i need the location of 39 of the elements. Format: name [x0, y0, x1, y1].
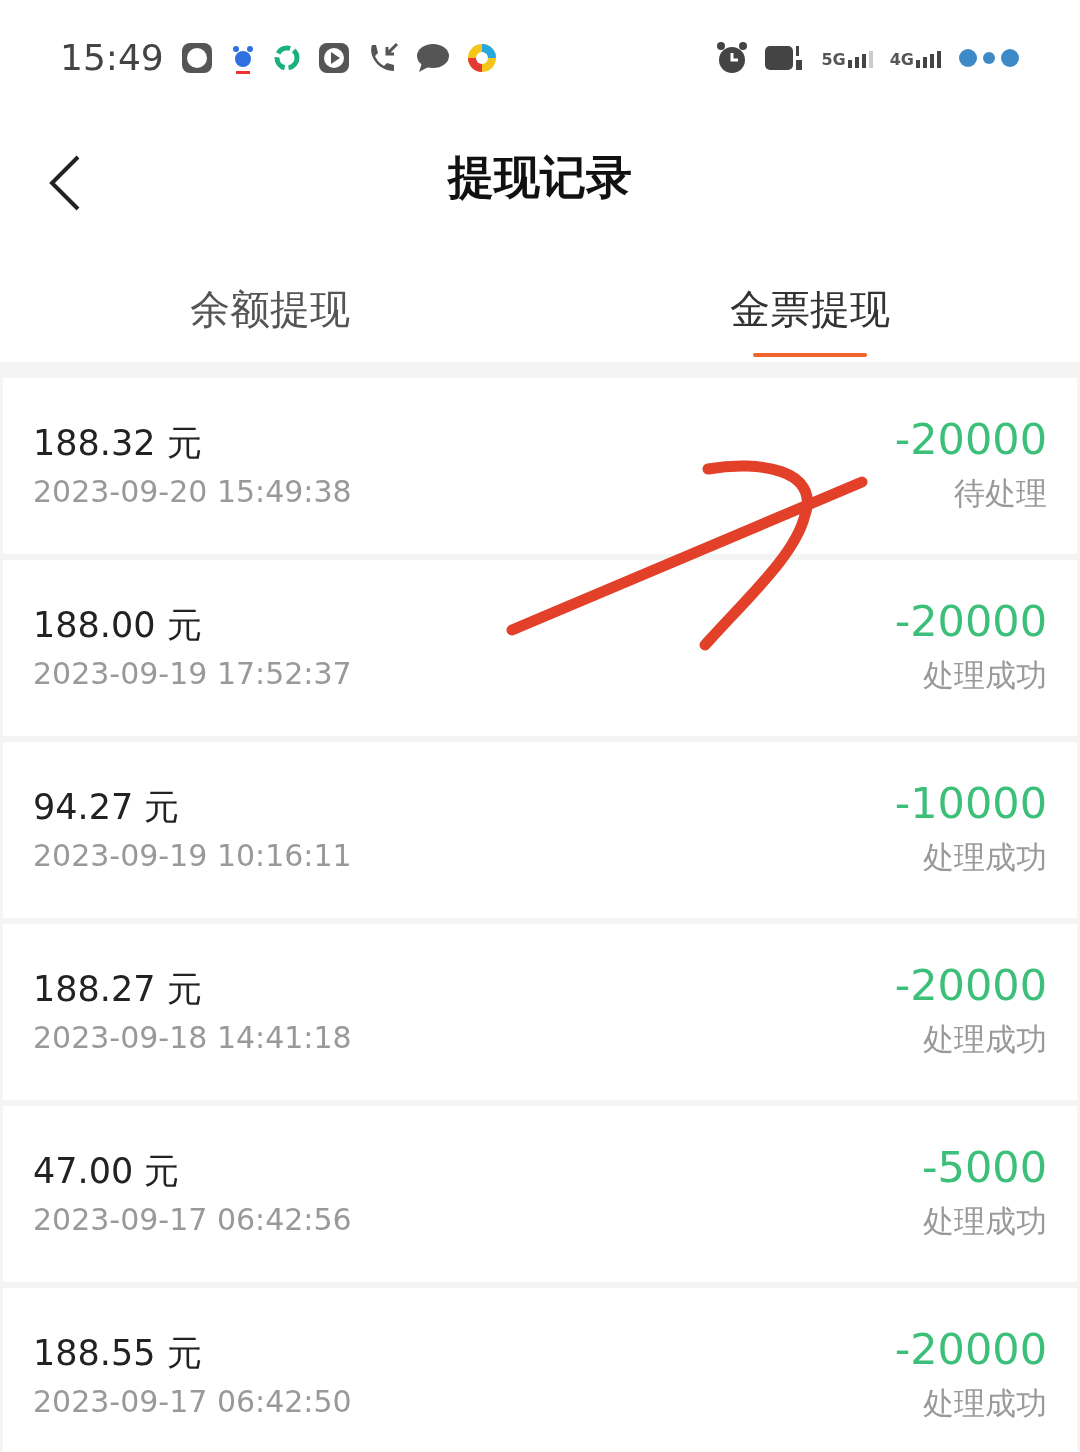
record-card[interactable]: 47.00 元 2023-09-17 06:42:56 -5000 处理成功: [3, 1106, 1077, 1282]
points-text: -20000: [894, 597, 1047, 647]
amount-text: 188.00 元: [33, 603, 202, 646]
points-text: -5000: [922, 1143, 1047, 1193]
amount-text: 188.32 元: [33, 421, 202, 464]
clock-time: 15:49: [60, 35, 164, 80]
record-card[interactable]: 94.27 元 2023-09-19 10:16:11 -10000 处理成功: [3, 742, 1077, 918]
amount-text: 188.27 元: [33, 967, 202, 1010]
status-text: 处理成功: [923, 656, 1047, 696]
play-icon: [317, 41, 350, 74]
amount-text: 188.55 元: [33, 1331, 202, 1374]
amount-text: 47.00 元: [33, 1149, 180, 1192]
points-text: -20000: [894, 961, 1047, 1011]
chat-icon: [415, 42, 450, 73]
amount-text: 94.27 元: [33, 785, 180, 828]
record-card[interactable]: 188.55 元 2023-09-17 06:42:50 -20000 处理成功: [3, 1288, 1077, 1452]
page-title: 提现记录: [448, 149, 632, 206]
network-label: 5G: [821, 51, 846, 68]
record-card[interactable]: 188.32 元 2023-09-20 15:49:38 -20000 待处理: [3, 378, 1077, 554]
status-text: 处理成功: [923, 838, 1047, 878]
network-label: 4G: [889, 51, 914, 68]
date-time-text: 2023-09-18 14:41:18: [33, 1018, 352, 1057]
date-time-text: 2023-09-20 15:49:38: [33, 472, 352, 511]
date-time-text: 2023-09-19 17:52:37: [33, 654, 352, 693]
record-card[interactable]: 188.27 元 2023-09-18 14:41:18 -20000 处理成功: [3, 924, 1077, 1100]
tab[interactable]: 金票提现: [730, 240, 890, 362]
record-card[interactable]: 188.00 元 2023-09-19 17:52:37 -20000 处理成功: [3, 560, 1077, 736]
tab[interactable]: 余额提现: [190, 240, 350, 362]
points-text: -20000: [894, 415, 1047, 465]
status-text: 处理成功: [923, 1020, 1047, 1060]
date-time-text: 2023-09-17 06:42:56: [33, 1200, 352, 1239]
date-time-text: 2023-09-17 06:42:50: [33, 1382, 352, 1421]
status-text: 待处理: [954, 474, 1047, 514]
date-time-text: 2023-09-19 10:16:11: [33, 836, 352, 875]
points-text: -10000: [894, 779, 1047, 829]
points-text: -20000: [894, 1325, 1047, 1375]
status-text: 处理成功: [923, 1202, 1047, 1242]
alarm-icon: [715, 40, 750, 75]
status-text: 处理成功: [923, 1384, 1047, 1424]
